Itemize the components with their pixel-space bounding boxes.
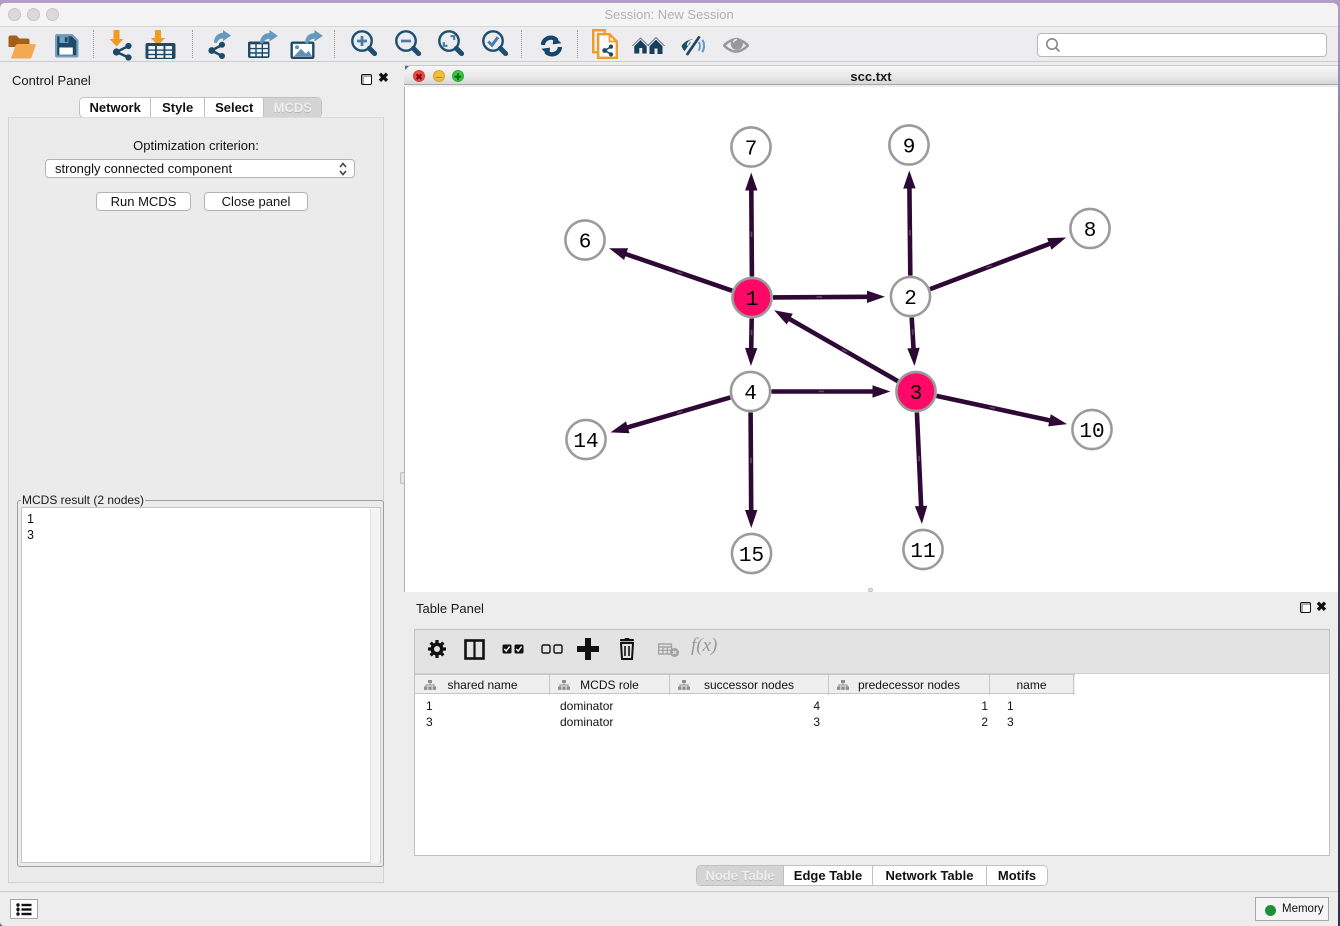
svg-text:4: 4 <box>744 383 757 406</box>
svg-text:14: 14 <box>573 431 598 454</box>
svg-text:15: 15 <box>739 545 764 568</box>
svg-text:8: 8 <box>1084 220 1097 243</box>
svg-text:3: 3 <box>910 383 923 406</box>
svg-text:9: 9 <box>903 137 916 160</box>
svg-text:6: 6 <box>579 232 592 255</box>
svg-text:2: 2 <box>904 288 917 311</box>
svg-text:10: 10 <box>1079 421 1104 444</box>
svg-text:1: 1 <box>746 289 759 312</box>
svg-text:11: 11 <box>910 541 935 564</box>
svg-text:7: 7 <box>745 139 758 162</box>
